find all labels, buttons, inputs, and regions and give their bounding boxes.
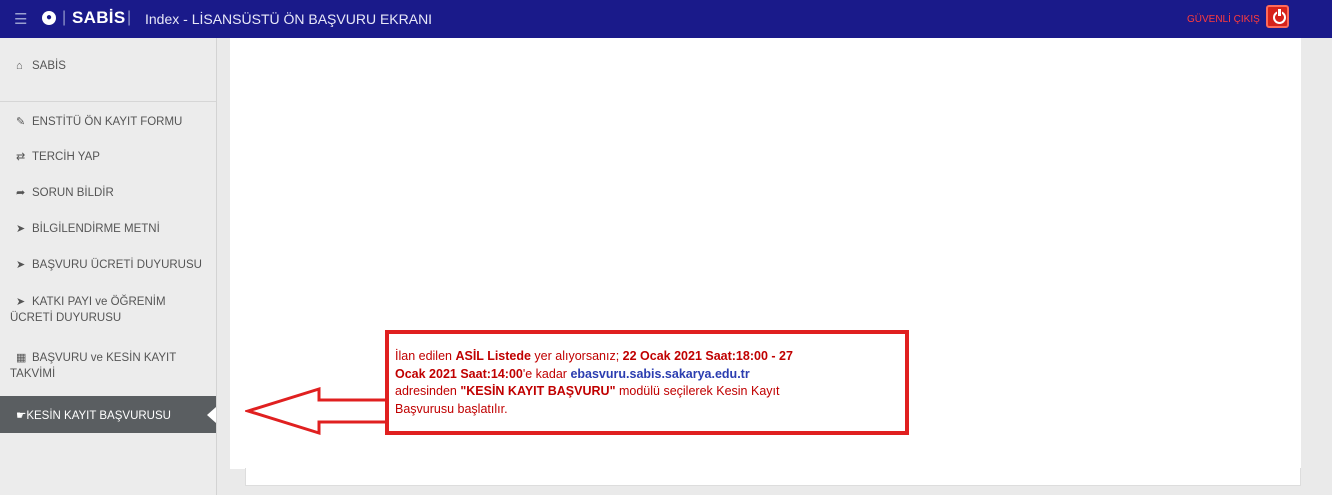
megaphone-icon: ➤ (16, 259, 26, 271)
sidebar-item-label: ENSTİTÜ ÖN KAYIT FORMU (32, 116, 183, 128)
notice-box: İlan edilen ASİL Listede yer alıyorsanız… (385, 330, 909, 435)
sidebar-item-label: BAŞVURU ÜCRETİ DUYURUSU (32, 259, 202, 271)
share-arrow-icon: ➦ (16, 187, 26, 199)
sidebar-item-label: KATKI PAYI ve ÖĞRENİM (32, 296, 166, 308)
sidebar-item-enstitu-form[interactable]: ✎ ENSTİTÜ ÖN KAYIT FORMU (0, 115, 232, 128)
sidebar-item-label: TAKVİMİ (10, 368, 56, 380)
megaphone-icon: ➤ (16, 223, 26, 235)
notice-line: Ocak 2021 Saat:14:00'e kadar ebasvuru.sa… (395, 366, 750, 381)
sidebar-item-katki-payi[interactable]: ➤ KATKI PAYI ve ÖĞRENİM ÜCRETİ DUYURUSU (0, 294, 226, 326)
calendar-icon: ▦ (16, 352, 27, 364)
notice-line: adresinden "KESİN KAYIT BAŞVURU" modülü … (395, 384, 780, 398)
pencil-icon: ✎ (16, 116, 26, 128)
home-icon: ⌂ (16, 60, 23, 72)
page-title: Index - LİSANSÜSTÜ ÖN BAŞVURU EKRANI (145, 11, 433, 27)
sidebar-item-sorun-bildir[interactable]: ➦ SORUN BİLDİR (0, 186, 232, 199)
separator: | (62, 9, 67, 26)
exchange-icon: ⇄ (16, 151, 26, 163)
sidebar-item-bilgilendirme[interactable]: ➤ BİLGİLENDİRME METNİ (0, 222, 232, 235)
notice-line: İlan edilen ASİL Listede yer alıyorsanız… (395, 349, 793, 363)
sidebar-item-label: KESİN KAYIT BAŞVURUSU (26, 410, 171, 422)
left-arrow-icon (245, 386, 389, 436)
brand-name[interactable]: SABİS (72, 8, 125, 28)
sidebar-item-kesin-kayit[interactable]: ☛KESİN KAYIT BAŞVURUSU (0, 396, 216, 433)
sidebar-item-basvuru-ucreti[interactable]: ➤ BAŞVURU ÜCRETİ DUYURUSU (0, 258, 232, 271)
sidebar-item-sabis[interactable]: ⌂ SABİS (0, 60, 232, 72)
sidebar-item-label: SORUN BİLDİR (32, 187, 114, 199)
thumbs-up-icon: ☛ (16, 410, 27, 422)
logout-link[interactable]: GÜVENLİ ÇIKIŞ (1187, 14, 1260, 25)
sidebar: ⌂ SABİS ✎ ENSTİTÜ ÖN KAYIT FORMU ⇄ TERCİH Y… (0, 38, 217, 495)
sidebar-item-label: BAŞVURU ve KESİN KAYIT (32, 352, 177, 364)
sabis-logo-icon: ● (42, 11, 56, 25)
sidebar-item-label: ÜCRETİ DUYURUSU (10, 312, 122, 324)
sidebar-item-tercih-yap[interactable]: ⇄ TERCİH YAP (0, 150, 232, 163)
sidebar-item-label: BİLGİLENDİRME METNİ (32, 223, 160, 235)
sidebar-item-takvim[interactable]: ▦ BAŞVURU ve KESİN KAYIT TAKVİMİ (0, 350, 226, 382)
sidebar-divider (0, 101, 216, 102)
notice-link[interactable]: ebasvuru.sabis.sakarya.edu.tr (570, 367, 749, 381)
separator: | (127, 9, 132, 26)
top-navbar: ☰ ● | SABİS | Index - LİSANSÜSTÜ ÖN BAŞV… (0, 0, 1332, 38)
sidebar-item-label: TERCİH YAP (32, 151, 100, 163)
menu-toggle-icon[interactable]: ☰ (14, 10, 27, 28)
megaphone-icon: ➤ (16, 296, 26, 308)
active-indicator (207, 407, 216, 423)
sidebar-item-label: SABİS (32, 60, 66, 72)
power-icon[interactable] (1266, 5, 1289, 28)
content-footer-panel (245, 468, 1301, 486)
notice-line: Başvurusu başlatılır. (395, 401, 508, 416)
